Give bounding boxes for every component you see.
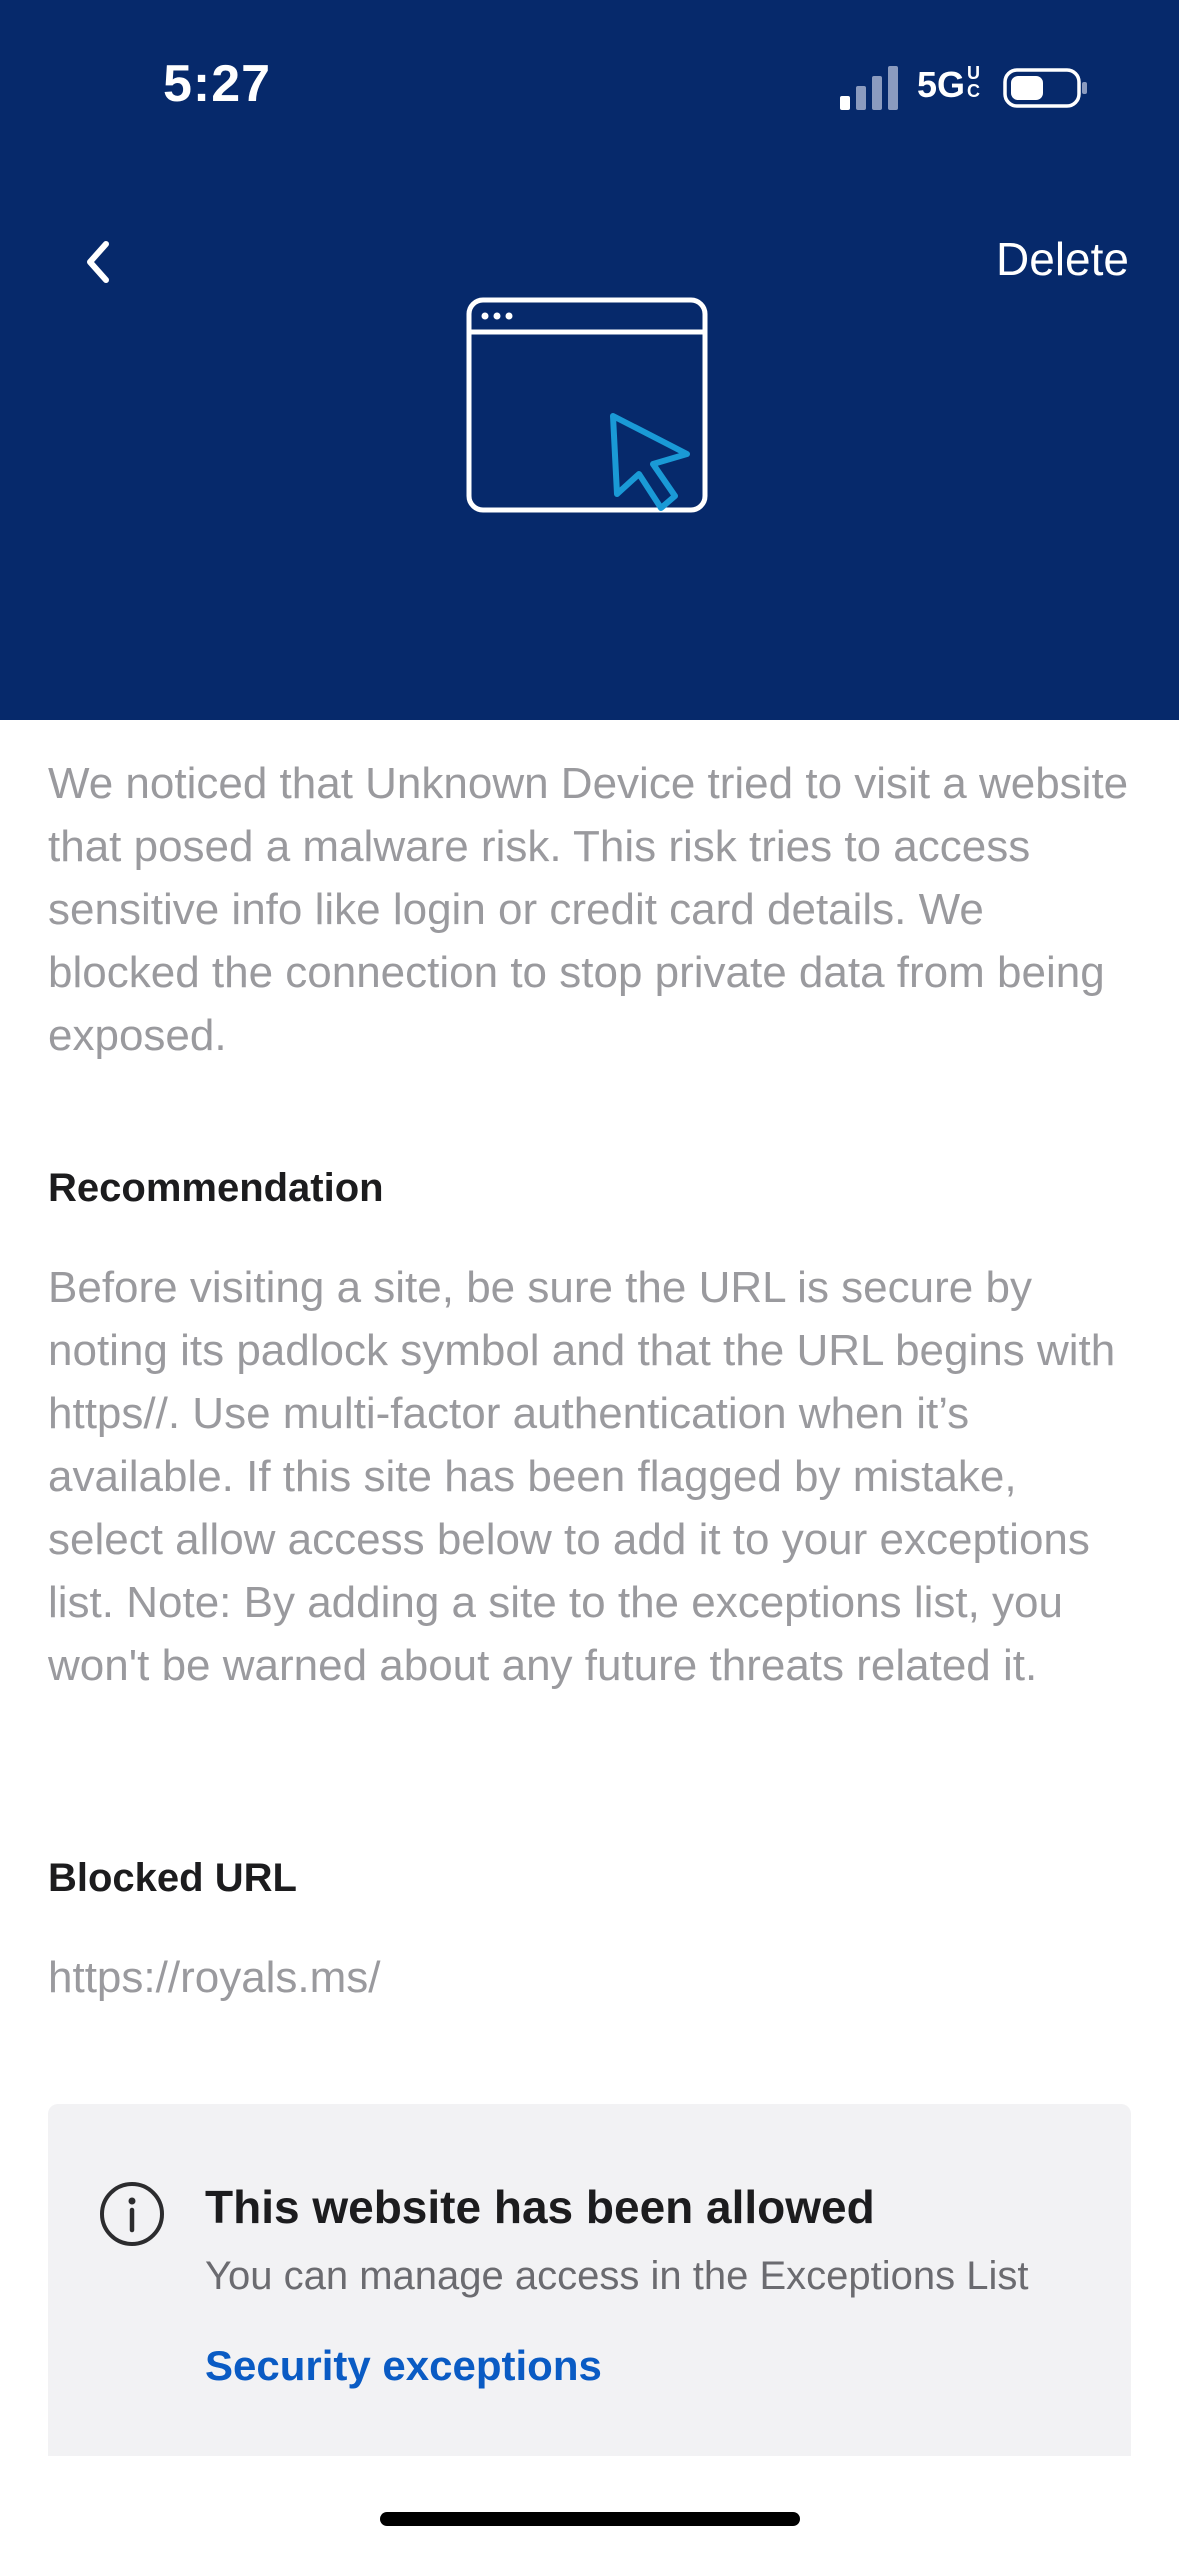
network-main: 5G <box>917 64 966 105</box>
app-header: 5:27 5G UC Delete <box>0 0 1179 720</box>
blocked-url-heading: Blocked URL <box>48 1856 297 1900</box>
recommendation-text: Before visiting a site, be sure the URL … <box>48 1263 1116 1690</box>
notice-subtitle: You can manage access in the Exceptions … <box>205 2254 1029 2298</box>
delete-button[interactable]: Delete <box>996 232 1129 286</box>
notice-title: This website has been allowed <box>205 2181 875 2233</box>
info-icon <box>100 2182 164 2246</box>
description-text: We noticed that Unknown Device tried to … <box>48 759 1129 1060</box>
description-section: We noticed that Unknown Device tried to … <box>48 752 1130 1067</box>
network-type-label: 5G UC <box>917 64 981 106</box>
signal-strength-icon <box>840 66 898 110</box>
battery-icon <box>1003 68 1087 108</box>
allowed-notice-card: This website has been allowed You can ma… <box>48 2104 1131 2456</box>
back-button[interactable] <box>70 232 126 292</box>
browser-window-cursor-icon <box>466 297 708 513</box>
status-time: 5:27 <box>163 55 272 113</box>
chevron-left-icon <box>87 241 109 283</box>
home-indicator[interactable] <box>380 2512 800 2526</box>
network-sup: UC <box>967 63 981 101</box>
security-exceptions-link[interactable]: Security exceptions <box>205 2342 602 2390</box>
blocked-url-value: https://royals.ms/ <box>48 1953 381 2002</box>
recommendation-heading: Recommendation <box>48 1166 384 1210</box>
